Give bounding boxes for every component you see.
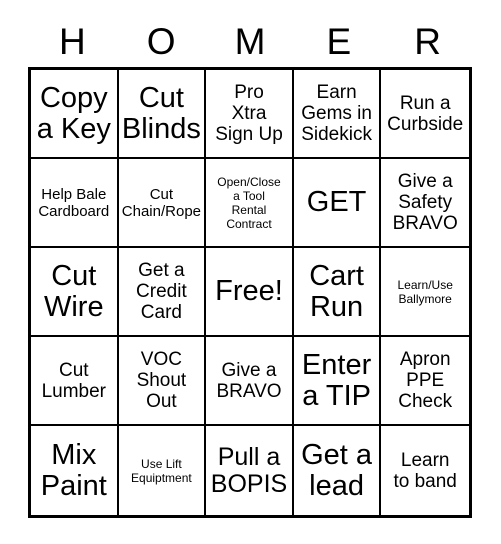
bingo-header: HOMER [28,18,472,66]
bingo-cell-label: GET [306,186,367,218]
bingo-cell-label: Pro Xtra Sign Up [215,82,283,145]
bingo-cell-label: Help Bale Cardboard [38,185,110,220]
bingo-cell-label: Run a Curbside [387,92,464,135]
bingo-cell-label: Cart Run [309,259,364,323]
bingo-cell[interactable]: Cut Chain/Rope [118,159,207,248]
bingo-card: H O M E R Copy a Key Cut Blinds Pro Xtra Sign … [0,0,501,544]
bingo-header-letter: E [326,21,352,62]
bingo-cell[interactable]: Pull a BOPIS [206,426,294,515]
bingo-grid: Copy a Key Cut Blinds Pro Xtra Sign Up Earn… [28,67,472,518]
bingo-header-letter: H [59,21,86,62]
bingo-cell[interactable]: Pro Xtra Sign Up [206,70,294,159]
bingo-cell[interactable]: Use Lift Equiptment [118,426,207,515]
bingo-cell[interactable]: Mix Paint [31,426,119,515]
bingo-cell[interactable]: GET [293,159,382,248]
bingo-header-letter: O [146,21,176,62]
bingo-cell-label: Open/Close a Tool Rental Contract [217,174,281,231]
bingo-cell[interactable]: Give a BRAVO [206,337,294,426]
bingo-cell-label: Enter a TIP [301,348,372,412]
bingo-cell-label: Get a lead [301,438,373,502]
bingo-cell[interactable]: Copy a Key [31,70,119,159]
bingo-cell[interactable]: Help Bale Cardboard [31,159,119,248]
bingo-cell-label: Give a Safety BRAVO [392,171,458,234]
bingo-cell[interactable]: Cart Run [293,248,382,337]
bingo-cell-label: Free! [215,275,283,307]
bingo-cell[interactable]: Run a Curbside [381,70,469,159]
bingo-cell[interactable]: Open/Close a Tool Rental Contract [206,159,294,248]
bingo-cell[interactable]: Free! [206,248,294,337]
bingo-cell-label: Cut Wire [43,259,104,323]
bingo-cell-label: VOC Shout Out [136,349,187,412]
bingo-cell[interactable]: Get a lead [293,426,382,515]
bingo-cell-label: Cut Blinds [121,81,201,145]
bingo-cell-label: Pull a BOPIS [210,442,288,498]
bingo-cell[interactable]: VOC Shout Out [118,337,207,426]
bingo-header-letter: M [234,21,266,62]
bingo-cell-label: Get a Credit Card [136,260,187,323]
bingo-cell[interactable]: Learn/Use Ballymore [381,248,469,337]
bingo-cell[interactable]: Apron PPE Check [381,337,469,426]
bingo-cell[interactable]: Cut Wire [31,248,119,337]
bingo-cell-label: Copy a Key [36,81,111,145]
bingo-cell-label: Learn to band [393,449,457,492]
bingo-cell-label: Give a BRAVO [216,359,282,402]
bingo-cell-label: Use Lift Equiptment [131,456,192,485]
bingo-cell-label: Cut Chain/Rope [121,185,201,220]
bingo-cell[interactable]: Cut Blinds [118,70,207,159]
bingo-cell[interactable]: Enter a TIP [293,337,382,426]
bingo-cell[interactable]: Earn Gems in Sidekick [293,70,382,159]
bingo-cell-label: Learn/Use Ballymore [397,277,453,306]
bingo-cell-label: Earn Gems in Sidekick [301,82,372,145]
bingo-cell[interactable]: Get a Credit Card [118,248,207,337]
bingo-cell-label: Mix Paint [40,438,107,502]
bingo-header-letter: R [414,21,441,62]
bingo-cell[interactable]: Cut Lumber [31,337,119,426]
bingo-cell-label: Cut Lumber [41,359,106,402]
bingo-cell[interactable]: Give a Safety BRAVO [381,159,469,248]
bingo-cell-label: Apron PPE Check [398,349,453,412]
bingo-cell[interactable]: Learn to band [381,426,469,515]
